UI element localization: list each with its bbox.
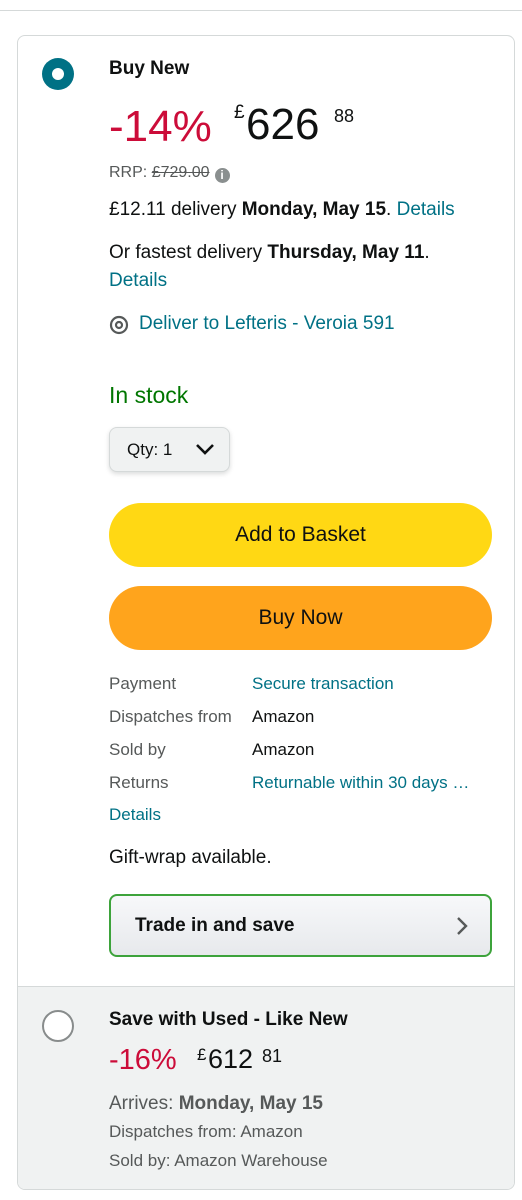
gift-wrap-text: Gift-wrap available.: [109, 847, 272, 868]
rrp-line: RRP: £729.00 i: [109, 164, 230, 183]
chevron-right-icon: [457, 917, 468, 935]
payment-value-link[interactable]: Secure transaction: [252, 674, 394, 694]
fastest-date: Thursday, May 11: [267, 242, 425, 263]
price-whole: 626: [246, 100, 320, 149]
trade-in-label: Trade in and save: [135, 915, 295, 936]
used-price-block: -16% £ 612 81: [109, 1042, 409, 1082]
delivery-line: £12.11 delivery Monday, May 15. Details: [109, 199, 455, 220]
radio-selected-icon[interactable]: [42, 58, 74, 90]
used-arrives-label: Arrives:: [109, 1093, 174, 1114]
used-arrives-date: Monday, May 15: [178, 1093, 323, 1114]
used-sold-by: Sold by: Amazon Warehouse: [109, 1151, 328, 1170]
used-dispatches: Dispatches from: Amazon: [109, 1122, 303, 1141]
add-to-basket-button[interactable]: Add to Basket: [109, 503, 492, 567]
delivery-prefix: £12.11 delivery: [109, 199, 237, 220]
delivery-date: Monday, May 15: [241, 199, 387, 220]
rrp-label: RRP:: [109, 164, 148, 181]
fastest-prefix: Or fastest delivery: [109, 242, 263, 263]
discount-percent: -14%: [109, 102, 212, 151]
used-price-currency: £: [197, 1045, 207, 1064]
used-title[interactable]: Save with Used - Like New: [109, 1009, 348, 1031]
returns-label: Returns: [109, 773, 169, 792]
deliver-to-text[interactable]: Deliver to Lefteris - Veroia 591: [139, 313, 395, 335]
dispatches-value: Amazon: [252, 707, 315, 726]
location-pin-icon: [109, 315, 129, 335]
dispatches-label: Dispatches from: [109, 707, 232, 726]
used-offer-panel[interactable]: Save with Used - Like New -16% £ 612 81 …: [18, 986, 514, 1189]
quantity-label: Qty: 1: [127, 440, 173, 459]
info-icon[interactable]: i: [214, 168, 230, 183]
sold-by-value: Amazon: [252, 740, 315, 759]
payment-label: Payment: [109, 674, 177, 693]
chevron-down-icon: [196, 444, 214, 455]
delivery-details-link[interactable]: Details: [397, 199, 455, 220]
used-price-fraction: 81: [262, 1046, 283, 1066]
rrp-value: £729.00: [151, 164, 210, 181]
buy-now-button[interactable]: Buy Now: [109, 586, 492, 650]
buy-box: Buy New -14% £ 626 88 RRP: £729.00 i £12.…: [17, 35, 515, 1190]
quantity-dropdown[interactable]: Qty: 1: [109, 427, 230, 472]
fastest-details-link[interactable]: Details: [109, 270, 167, 292]
fastest-delivery-line: Or fastest delivery Thursday, May 11.: [109, 242, 430, 263]
radio-unselected-icon[interactable]: [42, 1010, 74, 1042]
buy-new-title[interactable]: Buy New: [109, 58, 189, 80]
returns-details-link[interactable]: Details: [109, 805, 161, 825]
sold-by-label: Sold by: [109, 740, 166, 759]
stock-status: In stock: [109, 382, 189, 408]
returns-value-link[interactable]: Returnable within 30 days …: [252, 773, 469, 793]
trade-in-button[interactable]: Trade in and save: [109, 894, 492, 957]
top-divider: [0, 10, 522, 11]
price-currency: £: [234, 102, 245, 123]
used-discount-percent: -16%: [109, 1044, 177, 1076]
used-arrives-line: Arrives: Monday, May 15: [109, 1093, 323, 1115]
price-fraction: 88: [334, 106, 355, 126]
used-price-whole: 612: [208, 1044, 254, 1074]
